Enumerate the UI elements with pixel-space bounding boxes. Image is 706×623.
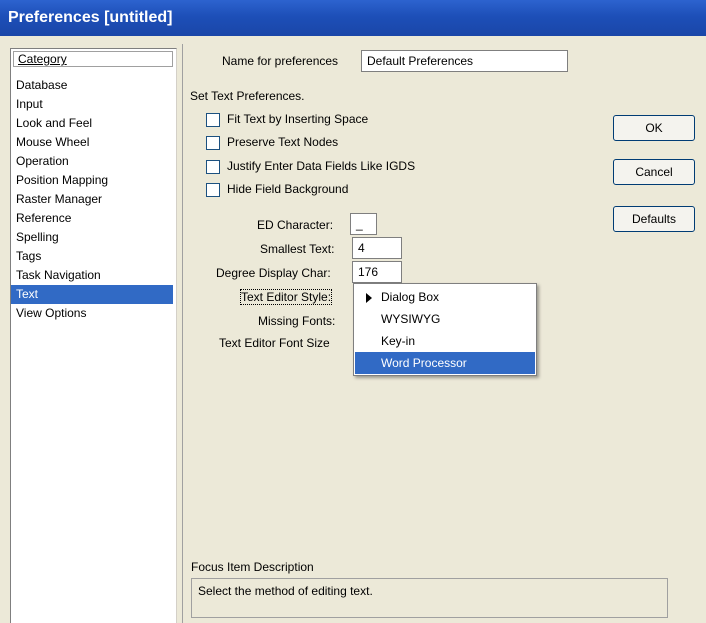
preserve-nodes-checkbox[interactable] bbox=[206, 136, 220, 150]
editor-style-label: Text Editor Style: bbox=[239, 289, 333, 305]
sidebar-item-spelling[interactable]: Spelling bbox=[11, 228, 173, 247]
justify-fields-checkbox[interactable] bbox=[206, 160, 220, 174]
sidebar-item-raster-manager[interactable]: Raster Manager bbox=[11, 190, 173, 209]
option-key-in[interactable]: Key-in bbox=[355, 330, 535, 352]
sidebar-item-database[interactable]: Database bbox=[11, 76, 173, 95]
fit-text-checkbox[interactable] bbox=[206, 113, 220, 127]
ok-button[interactable]: OK bbox=[613, 115, 695, 141]
prefs-name-label: Name for preferences bbox=[222, 54, 339, 68]
ed-character-label: ED Character: bbox=[257, 218, 334, 232]
sidebar-item-tags[interactable]: Tags bbox=[11, 247, 173, 266]
panel-divider bbox=[182, 44, 183, 623]
sidebar-item-task-navigation[interactable]: Task Navigation bbox=[11, 266, 173, 285]
sidebar-item-input[interactable]: Input bbox=[11, 95, 173, 114]
option-word-processor[interactable]: Word Processor bbox=[355, 352, 535, 374]
window-title-bar[interactable]: Preferences [untitled] bbox=[0, 0, 706, 36]
category-list[interactable]: Category Database Input Look and Feel Mo… bbox=[10, 48, 177, 623]
hide-background-label: Hide Field Background bbox=[227, 182, 349, 196]
sidebar-item-position-mapping[interactable]: Position Mapping bbox=[11, 171, 173, 190]
smallest-text-field[interactable]: 4 bbox=[352, 237, 402, 259]
missing-fonts-label: Missing Fonts: bbox=[258, 314, 336, 328]
degree-char-label: Degree Display Char: bbox=[216, 266, 331, 280]
option-dialog-box-label: Dialog Box bbox=[381, 290, 440, 304]
window-title: Preferences [untitled] bbox=[8, 9, 173, 26]
option-dialog-box[interactable]: Dialog Box bbox=[355, 286, 535, 308]
sidebar-item-operation[interactable]: Operation bbox=[11, 152, 173, 171]
current-selection-arrow-icon bbox=[366, 293, 372, 303]
sidebar-item-reference[interactable]: Reference bbox=[11, 209, 173, 228]
preserve-nodes-label: Preserve Text Nodes bbox=[227, 135, 339, 149]
sidebar-item-look-and-feel[interactable]: Look and Feel bbox=[11, 114, 173, 133]
cancel-button[interactable]: Cancel bbox=[613, 159, 695, 185]
defaults-button[interactable]: Defaults bbox=[613, 206, 695, 232]
sidebar-item-text[interactable]: Text bbox=[11, 285, 173, 304]
prefs-name-field[interactable]: Default Preferences bbox=[361, 50, 568, 72]
focus-description-label: Focus Item Description bbox=[191, 560, 314, 574]
justify-fields-label: Justify Enter Data Fields Like IGDS bbox=[227, 159, 416, 173]
smallest-text-label: Smallest Text: bbox=[260, 242, 335, 256]
hide-background-checkbox[interactable] bbox=[206, 183, 220, 197]
sidebar-item-mouse-wheel[interactable]: Mouse Wheel bbox=[11, 133, 173, 152]
degree-char-field[interactable]: 176 bbox=[352, 261, 402, 283]
sidebar-item-view-options[interactable]: View Options bbox=[11, 304, 173, 323]
section-title: Set Text Preferences. bbox=[190, 89, 305, 103]
option-wysiwyg[interactable]: WYSIWYG bbox=[355, 308, 535, 330]
editor-style-dropdown[interactable]: Dialog Box WYSIWYG Key-in Word Processor bbox=[353, 283, 537, 376]
ed-character-field[interactable]: _ bbox=[350, 213, 377, 235]
focus-description-box: Select the method of editing text. bbox=[191, 578, 668, 618]
focus-description-text: Select the method of editing text. bbox=[198, 584, 373, 598]
editor-font-size-label: Text Editor Font Size bbox=[219, 336, 330, 350]
category-header[interactable]: Category bbox=[13, 51, 173, 67]
fit-text-label: Fit Text by Inserting Space bbox=[227, 112, 369, 126]
